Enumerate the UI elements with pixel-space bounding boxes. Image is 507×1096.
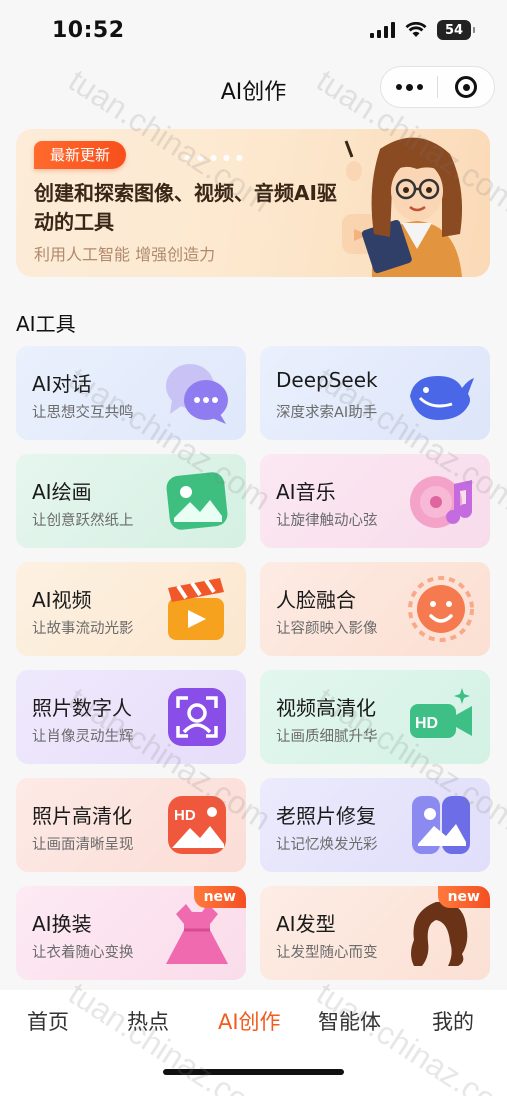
battery-icon: 54	[437, 20, 475, 40]
tool-title: AI绘画	[32, 480, 92, 504]
tool-subtitle: 深度求索AI助手	[276, 405, 378, 421]
tool-subtitle: 让故事流动光影	[32, 621, 134, 637]
video-clapper-icon	[168, 578, 224, 640]
status-bar: 10:52 54	[0, 0, 507, 62]
tool-title: 视频高清化	[276, 696, 376, 720]
signal-icon	[370, 22, 395, 38]
wifi-icon	[405, 22, 427, 37]
tool-card-old-photo-restore[interactable]: 老照片修复 让记忆焕发光彩	[260, 778, 490, 872]
music-disc-icon	[410, 476, 473, 528]
tool-subtitle: 让画面清晰呈现	[32, 837, 134, 853]
tool-card-photo-avatar[interactable]: 照片数字人 让肖像灵动生辉	[16, 670, 246, 764]
svg-text:HD: HD	[174, 807, 196, 824]
girl-illustration-icon	[342, 137, 463, 277]
tool-card-photo-hd[interactable]: 照片高清化 让画面清晰呈现 HD	[16, 778, 246, 872]
tool-card-ai-chat[interactable]: AI对话 让思想交互共鸣	[16, 346, 246, 440]
tool-title: AI换装	[32, 912, 92, 936]
tool-card-ai-video[interactable]: AI视频 让故事流动光影	[16, 562, 246, 656]
photo-restore-icon	[412, 796, 470, 854]
close-miniprogram-icon[interactable]	[438, 67, 494, 107]
tool-subtitle: 让肖像灵动生辉	[32, 729, 134, 745]
section-title: AI工具	[16, 312, 76, 336]
tool-title: AI对话	[32, 372, 92, 396]
tool-subtitle: 让思想交互共鸣	[32, 405, 134, 421]
tool-title: DeepSeek	[276, 368, 378, 392]
banner-subtitle: 利用人工智能 增强创造力	[34, 245, 216, 264]
status-time: 10:52	[52, 18, 125, 43]
tab-trending[interactable]: 热点	[127, 1006, 169, 1036]
tool-card-ai-hairstyle[interactable]: AI发型 让发型随心而变 new	[260, 886, 490, 980]
tool-title: AI发型	[276, 912, 336, 936]
face-scan-icon	[168, 688, 226, 746]
chat-bubbles-icon	[166, 364, 228, 424]
svg-text:HD: HD	[415, 715, 438, 732]
tab-agents[interactable]: 智能体	[318, 1006, 381, 1036]
picture-icon	[166, 472, 228, 530]
tool-title: 照片高清化	[32, 804, 132, 828]
nav-bar: AI创作	[0, 62, 507, 114]
tool-title: AI音乐	[276, 480, 336, 504]
tool-card-ai-painting[interactable]: AI绘画 让创意跃然纸上	[16, 454, 246, 548]
more-icon[interactable]	[381, 67, 437, 107]
tab-ai-create[interactable]: AI创作	[218, 1006, 281, 1036]
whale-icon	[410, 376, 474, 420]
tool-card-ai-music[interactable]: AI音乐 让旋律触动心弦	[260, 454, 490, 548]
dress-icon	[166, 904, 228, 964]
tool-card-video-hd[interactable]: 视频高清化 让画质细腻升华 HD	[260, 670, 490, 764]
hd-camera-icon: HD	[410, 688, 472, 738]
home-indicator	[163, 1069, 344, 1075]
tool-subtitle: 让创意跃然纸上	[32, 513, 134, 529]
new-badge: new	[437, 886, 490, 908]
miniprogram-capsule	[380, 66, 495, 108]
tool-subtitle: 让画质细腻升华	[276, 729, 378, 745]
tool-card-deepseek[interactable]: DeepSeek 深度求索AI助手	[260, 346, 490, 440]
tool-title: 人脸融合	[276, 588, 356, 612]
tool-card-face-fusion[interactable]: 人脸融合 让容颜映入影像	[260, 562, 490, 656]
promo-banner[interactable]: ●●●●● 最新更新 创建和探索图像、视频、音频AI驱动的工具 利用人工智能 增…	[16, 129, 490, 277]
battery-level: 54	[444, 22, 464, 38]
tab-home[interactable]: 首页	[27, 1006, 69, 1036]
tool-subtitle: 让发型随心而变	[276, 945, 378, 961]
bottom-tab-bar: 首页 热点 AI创作 智能体 我的	[0, 990, 507, 1096]
tool-title: AI视频	[32, 588, 92, 612]
tool-subtitle: 让容颜映入影像	[276, 621, 378, 637]
banner-title: 创建和探索图像、视频、音频AI驱动的工具	[34, 181, 337, 234]
tool-card-ai-outfit[interactable]: AI换装 让衣着随心变换 new	[16, 886, 246, 980]
banner-badge: 最新更新	[34, 141, 127, 169]
decorative-dots: ●●●●●	[184, 153, 249, 162]
tool-title: 照片数字人	[32, 696, 132, 720]
hair-icon	[411, 901, 468, 966]
tool-subtitle: 让记忆焕发光彩	[276, 837, 378, 853]
hd-photo-icon: HD	[168, 796, 226, 854]
tool-subtitle: 让衣着随心变换	[32, 945, 134, 961]
tool-title: 老照片修复	[276, 804, 376, 828]
new-badge: new	[193, 886, 246, 908]
tool-subtitle: 让旋律触动心弦	[276, 513, 378, 529]
status-icons: 54	[370, 20, 475, 40]
smiley-face-icon	[408, 576, 474, 642]
tab-mine[interactable]: 我的	[432, 1006, 474, 1036]
